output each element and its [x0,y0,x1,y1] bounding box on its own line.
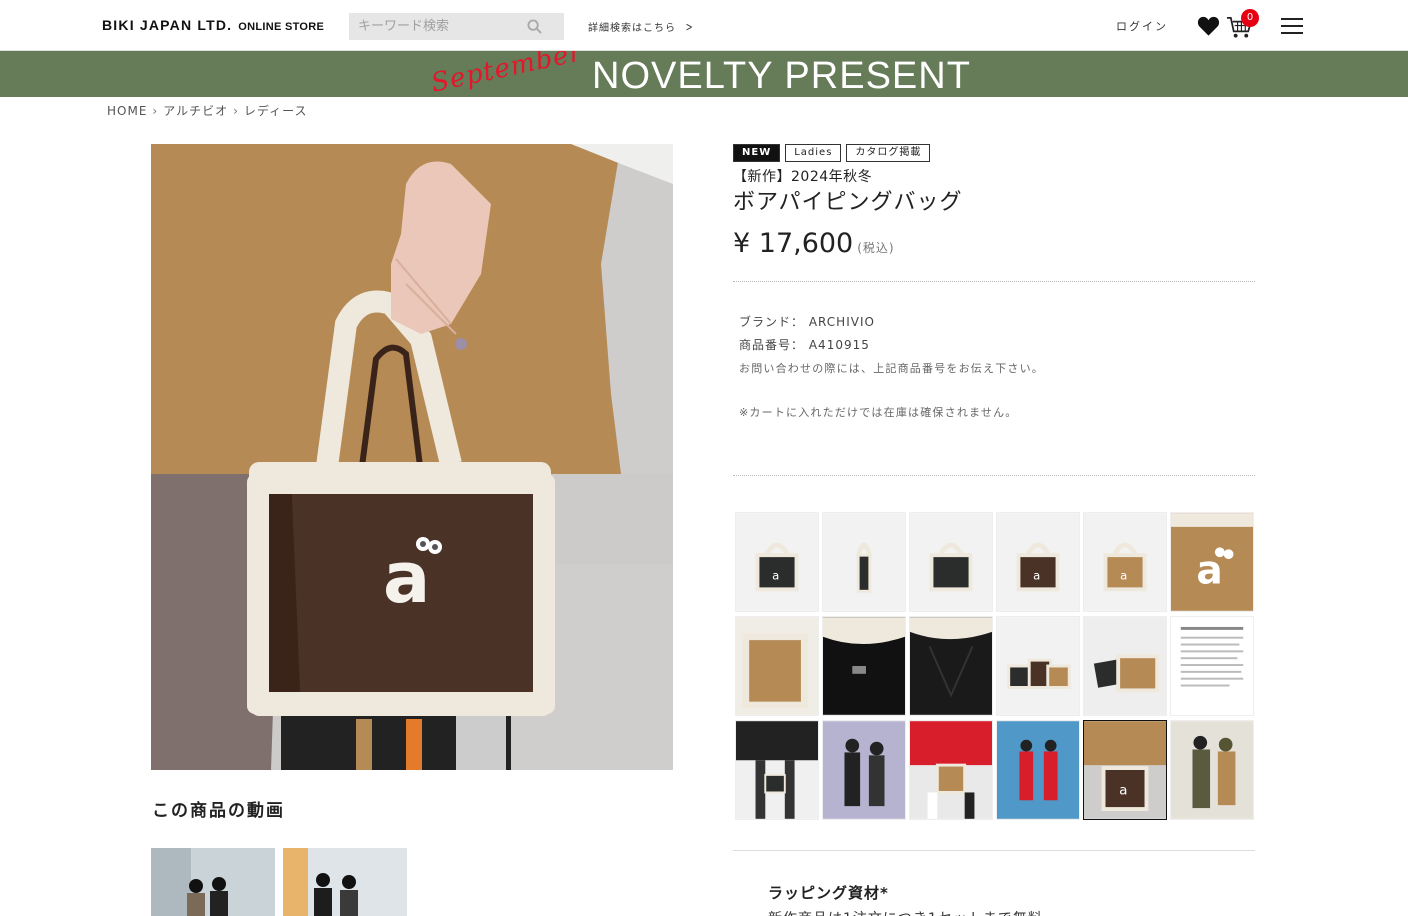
tax-label: (税込) [857,241,895,255]
product-thumbnail[interactable] [822,512,906,612]
product-thumbnail[interactable]: a [735,512,819,612]
breadcrumb: HOME › アルチビオ › レディース [107,102,307,119]
logo-text: BIKI JAPAN LTD. [102,17,233,33]
banner-script-text: September [428,51,586,97]
site-header: BIKI JAPAN LTD. ONLINE STORE 詳細検索はこちら > ログ… [0,0,1408,51]
video-thumbnail[interactable] [283,848,407,916]
video-section-title: この商品の動画 [152,801,285,821]
product-thumbnail[interactable]: a [996,512,1080,612]
price-value: ¥ 17,600 [733,228,854,259]
product-thumbnail[interactable] [909,720,993,820]
logo-subtitle: ONLINE STORE [238,21,325,33]
banner-title: NOVELTY PRESENT [592,55,971,97]
advanced-search-label: 詳細検索はこちら [588,23,676,34]
breadcrumb-home[interactable]: HOME [107,104,147,118]
chevron-right-icon: > [685,20,694,34]
product-thumbnail[interactable] [1170,616,1254,716]
cart-count-badge: 0 [1241,9,1259,27]
store-logo[interactable]: BIKI JAPAN LTD. ONLINE STORE [102,17,324,33]
search-input[interactable] [349,13,529,40]
breadcrumb-separator: › [233,104,239,118]
divider [733,281,1255,282]
stock-note: ※カートに入れただけでは在庫は確保されません。 [739,406,1018,419]
tag-new: NEW [733,144,781,162]
product-thumbnail[interactable] [909,512,993,612]
tag-ladies: Ladies [785,144,842,162]
code-row: 商品番号： A410915 [739,336,870,353]
product-thumbnail[interactable] [822,720,906,820]
hamburger-menu-icon[interactable] [1281,18,1303,34]
product-thumbnail[interactable] [909,616,993,716]
brand-label: ブランド： [739,315,805,329]
search-icon[interactable] [527,19,542,34]
divider [733,475,1255,476]
product-thumbnail[interactable] [735,720,819,820]
product-thumbnail[interactable]: a [1170,512,1254,612]
product-thumbnail[interactable] [996,720,1080,820]
wrapping-text: 新作商品は1注文につき1セットまで無料 [768,908,1043,916]
product-price: ¥ 17,600 (税込) [733,228,895,259]
brand-value: ARCHIVIO [808,315,875,329]
product-thumbnail[interactable] [996,616,1080,716]
tag-catalog: カタログ掲載 [846,144,931,162]
product-thumbnail[interactable]: a [1083,512,1167,612]
novelty-banner[interactable]: September NOVELTY PRESENT [0,51,1408,97]
product-thumbnail-selected[interactable]: a [1083,720,1167,820]
code-value: A410915 [808,338,870,352]
breadcrumb-separator: › [152,104,159,118]
wrapping-title: ラッピング資材* [768,884,889,902]
video-thumbnail[interactable] [151,848,275,916]
product-name: ボアパイピングバッグ [733,190,963,215]
product-thumbnail[interactable] [735,616,819,716]
product-thumbnail[interactable] [1170,720,1254,820]
favorites-heart-icon[interactable] [1197,15,1220,37]
advanced-search-link[interactable]: 詳細検索はこちら > [588,19,695,34]
svg-text:a: a [772,569,779,583]
product-tags: NEW Ladies カタログ掲載 [733,144,931,162]
main-product-image[interactable]: a [151,144,673,770]
product-thumbnail-grid: a a a a a [735,512,1255,820]
code-label: 商品番号： [739,338,805,352]
product-thumbnail[interactable] [822,616,906,716]
brand-row: ブランド： ARCHIVIO [739,313,875,330]
divider [733,850,1255,851]
inquiry-note: お問い合わせの際には、上記商品番号をお伝え下さい。 [739,362,1044,375]
svg-text:a: a [1033,569,1040,583]
search-box [349,13,564,40]
svg-text:a: a [1119,782,1127,798]
svg-text:a: a [1120,569,1127,583]
product-thumbnail[interactable] [1083,616,1167,716]
login-link[interactable]: ログイン [1116,18,1168,34]
breadcrumb-brand[interactable]: アルチビオ [163,104,228,118]
breadcrumb-category[interactable]: レディース [244,104,308,118]
product-season: 【新作】2024年秋冬 [733,169,873,185]
